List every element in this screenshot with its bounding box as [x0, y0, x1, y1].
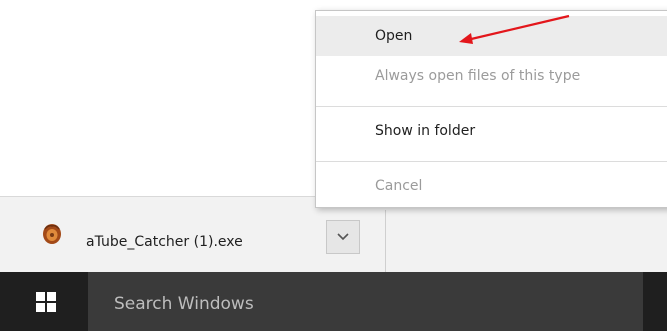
- menu-item-always-open[interactable]: Always open files of this type: [316, 56, 667, 96]
- taskbar-edge: [655, 292, 667, 312]
- search-placeholder: Search Windows: [114, 294, 254, 314]
- chevron-down-icon: [337, 233, 349, 241]
- download-bar-divider: [385, 210, 386, 272]
- annotation-arrow: [459, 14, 570, 44]
- download-file-name[interactable]: aTube_Catcher (1).exe: [86, 234, 243, 250]
- menu-separator: [316, 106, 667, 107]
- baseball-glove-icon: [41, 223, 63, 245]
- menu-separator: [316, 161, 667, 162]
- windows-logo-icon: [36, 292, 56, 312]
- menu-item-cancel[interactable]: Cancel: [316, 166, 667, 206]
- download-options-button[interactable]: [326, 220, 360, 254]
- menu-item-show-in-folder[interactable]: Show in folder: [316, 111, 667, 151]
